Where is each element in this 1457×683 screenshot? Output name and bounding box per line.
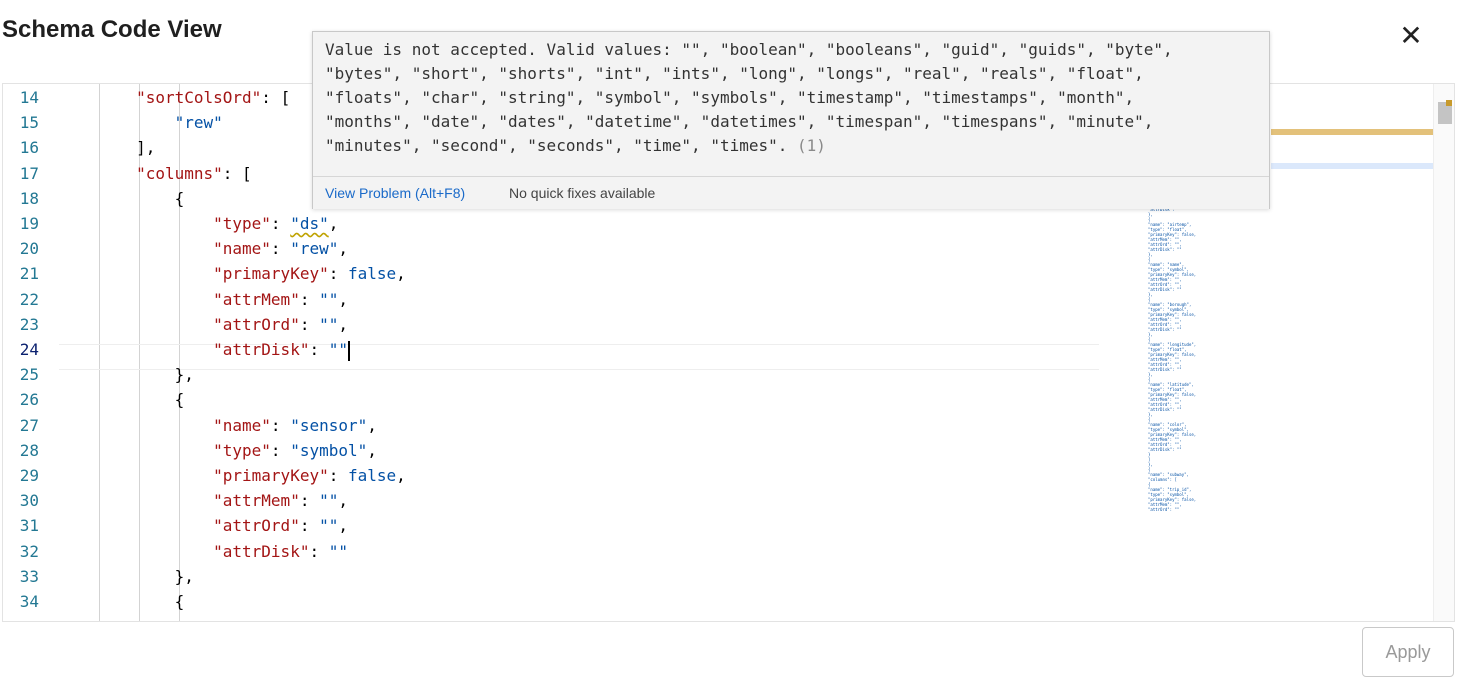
code-line[interactable]: "primaryKey": false, — [59, 463, 406, 489]
code-line[interactable]: "attrMem": "", — [59, 287, 348, 313]
line-number: 28 — [19, 440, 39, 460]
line-number: 17 — [19, 163, 39, 183]
code-line[interactable]: { — [59, 589, 185, 615]
line-number: 14 — [19, 88, 39, 107]
dialog-title: Schema Code View — [2, 16, 222, 43]
scrollbar-warning-marker — [1446, 100, 1452, 106]
line-number: 26 — [19, 390, 39, 410]
code-line[interactable]: "columns": [ — [59, 161, 252, 187]
line-number: 27 — [19, 415, 39, 435]
line-number: 22 — [19, 289, 39, 309]
line-number: 15 — [19, 113, 39, 133]
code-line[interactable]: "attrDisk": "" — [59, 539, 348, 565]
line-number: 20 — [19, 239, 39, 259]
code-line[interactable]: "name": "sensor", — [59, 413, 377, 439]
line-number-gutter: 14 15 16 17 18 19 20 21 22 23 24 25 26 27 28 29 30 31 32 33… — [3, 84, 59, 621]
code-line[interactable]: "attrOrd": "", — [59, 513, 348, 539]
close-button[interactable]: ✕ — [1396, 21, 1426, 51]
code-line[interactable]: "name": "rew", — [59, 236, 348, 262]
hover-action-bar: View Problem (Alt+F8) No quick fixes ava… — [313, 176, 1269, 209]
code-line[interactable]: "sortColsOrd": [ — [59, 85, 290, 111]
line-number: 33 — [19, 566, 39, 586]
line-number: 29 — [19, 466, 39, 485]
minimap-find-highlight — [1271, 163, 1433, 169]
line-number: 16 — [19, 138, 39, 158]
code-line[interactable]: { — [59, 186, 185, 212]
line-number: 25 — [19, 365, 39, 385]
line-number: 24 — [19, 340, 39, 359]
line-number: 32 — [19, 541, 39, 561]
code-line[interactable]: { — [59, 387, 185, 413]
code-line[interactable]: }, — [59, 362, 194, 388]
close-icon[interactable]: ✕ — [1399, 19, 1422, 52]
line-number: 30 — [19, 491, 39, 511]
vertical-scrollbar[interactable] — [1433, 84, 1454, 621]
minimap-preview: "attrOrd": "", "attrDisk": "" }, { "name… — [1148, 202, 1197, 512]
code-line[interactable]: "primaryKey": false, — [59, 261, 406, 287]
minimap-selection-highlight — [1271, 129, 1433, 135]
line-number: 31 — [19, 516, 39, 536]
line-number: 21 — [19, 264, 39, 284]
no-quick-fixes-label: No quick fixes available — [509, 185, 656, 201]
line-number: 19 — [19, 214, 39, 233]
code-line[interactable]: "attrDisk": "" — [59, 337, 350, 363]
diagnostic-hover-widget: Value is not accepted. Valid values: "",… — [312, 31, 1270, 209]
hover-message: Value is not accepted. Valid values: "",… — [325, 38, 1265, 158]
code-line[interactable]: "attrMem": "", — [59, 488, 348, 514]
hover-message-text: Value is not accepted. Valid values: "",… — [325, 40, 1173, 155]
line-number: 23 — [19, 314, 39, 334]
code-line[interactable]: "attrOrd": "", — [59, 312, 348, 338]
text-cursor — [348, 340, 350, 361]
code-line[interactable]: }, — [59, 564, 194, 590]
hover-problem-count: (1) — [797, 136, 826, 155]
line-number: 18 — [19, 188, 39, 208]
apply-button[interactable]: Apply — [1362, 627, 1454, 677]
code-line[interactable]: "type": "symbol", — [59, 438, 377, 464]
line-number: 34 — [19, 592, 39, 611]
code-line[interactable]: "rew" — [59, 110, 223, 136]
view-problem-link[interactable]: View Problem (Alt+F8) — [325, 177, 465, 209]
code-line[interactable]: "type": "ds", — [59, 211, 338, 237]
code-line[interactable]: ], — [59, 135, 155, 161]
